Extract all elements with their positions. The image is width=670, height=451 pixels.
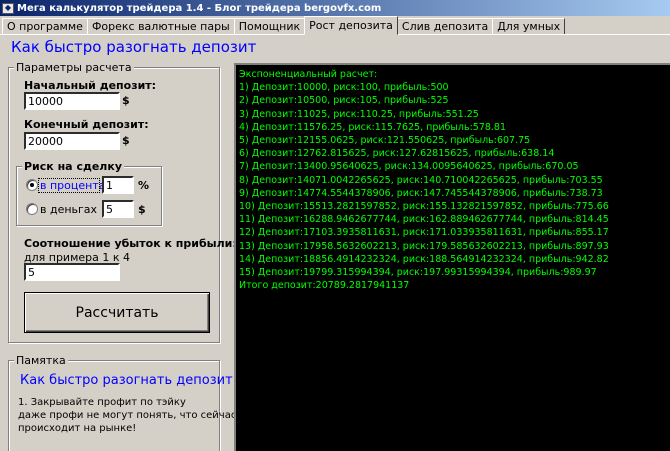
- output-line: 11) Депозит:16288.9462677744, риск:162.8…: [239, 214, 609, 226]
- output-line: 4) Депозит:11576.25, риск:115.7625, приб…: [239, 121, 507, 133]
- tab-for-smart[interactable]: Для умных: [492, 18, 566, 35]
- tab-forex-pairs[interactable]: Форекс валютные пары: [86, 18, 235, 35]
- risk-percent-input[interactable]: [102, 176, 134, 194]
- initial-deposit-input[interactable]: [24, 92, 120, 110]
- output-line: 6) Депозит:12762.815625, риск:127.628156…: [239, 148, 555, 160]
- risk-money-label[interactable]: в деньгах: [40, 203, 97, 216]
- memo-text: 1. Закрывайте профит по тэйку даже профи…: [18, 397, 237, 434]
- final-deposit-label: Конечный депозит:: [24, 118, 149, 131]
- output-line: 7) Депозит:13400.95640625, риск:134.0095…: [239, 161, 579, 173]
- initial-deposit-label: Начальный депозит:: [24, 79, 157, 92]
- tab-helper[interactable]: Помощник: [233, 18, 306, 35]
- output-line: 8) Депозит:14071.0042265625, риск:140.71…: [239, 174, 603, 186]
- output-line: 14) Депозит:18856.4914232324, риск:188.5…: [239, 253, 609, 265]
- risk-percent-unit: %: [138, 179, 150, 192]
- output-line: 3) Депозит:11025, риск:110.25, прибыль:5…: [239, 108, 479, 120]
- final-deposit-input[interactable]: [24, 132, 120, 150]
- output-line: 15) Депозит:19799.315994394, риск:197.99…: [239, 267, 597, 279]
- output-line: 10) Депозит:15513.2821597852, риск:155.1…: [239, 201, 609, 213]
- ratio-input[interactable]: [24, 263, 120, 281]
- title-bar[interactable]: ◆ Мега калькулятор трейдера 1.4 - Блог т…: [0, 0, 670, 16]
- output-line: 13) Депозит:17958.5632602213, риск:179.5…: [239, 240, 609, 252]
- risk-percent-radio[interactable]: [26, 179, 38, 191]
- output-line: 9) Депозит:14774.5544378906, риск:147.74…: [239, 187, 603, 199]
- risk-money-unit: $: [138, 203, 146, 216]
- ratio-label: Соотношение убыток к прибыли:: [24, 237, 237, 250]
- risk-group: Риск на сделку: [16, 160, 162, 226]
- output-line: 1) Депозит:10000, риск:100, прибыль:500: [239, 82, 449, 94]
- output-console[interactable]: Экспоненциальный расчет: 1) Депозит:1000…: [234, 63, 670, 451]
- params-group-legend: Параметры расчета: [14, 61, 134, 74]
- output-line: 5) Депозит:12155.0625, риск:121.550625, …: [239, 135, 531, 147]
- risk-group-legend: Риск на сделку: [22, 160, 124, 173]
- output-line: 2) Депозит:10500, риск:105, прибыль:525: [239, 95, 449, 107]
- memo-group-legend: Памятка: [14, 354, 68, 367]
- output-total-line: Итого депозит:20789.2817941137: [239, 280, 410, 292]
- calculate-button[interactable]: Рассчитать: [24, 292, 210, 333]
- window-title: Мега калькулятор трейдера 1.4 - Блог тре…: [17, 2, 382, 14]
- output-line: Экспоненциальный расчет:: [239, 69, 378, 80]
- tab-strip: О программе Форекс валютные пары Помощни…: [2, 16, 566, 35]
- risk-money-input[interactable]: [102, 200, 134, 218]
- tab-deposit-drain[interactable]: Слив депозита: [396, 18, 494, 35]
- app-icon: ◆: [2, 2, 14, 14]
- output-line: 12) Депозит:17103.3935811631, риск:171.0…: [239, 227, 609, 239]
- final-deposit-unit: $: [122, 134, 130, 147]
- memo-title: Как быстро разогнать депозит:: [20, 373, 238, 388]
- page-title: Как быстро разогнать депозит: [11, 38, 257, 56]
- tab-about[interactable]: О программе: [2, 18, 88, 35]
- risk-money-radio[interactable]: [26, 203, 38, 215]
- tab-deposit-growth[interactable]: Рост депозита: [304, 16, 398, 35]
- initial-deposit-unit: $: [122, 94, 130, 107]
